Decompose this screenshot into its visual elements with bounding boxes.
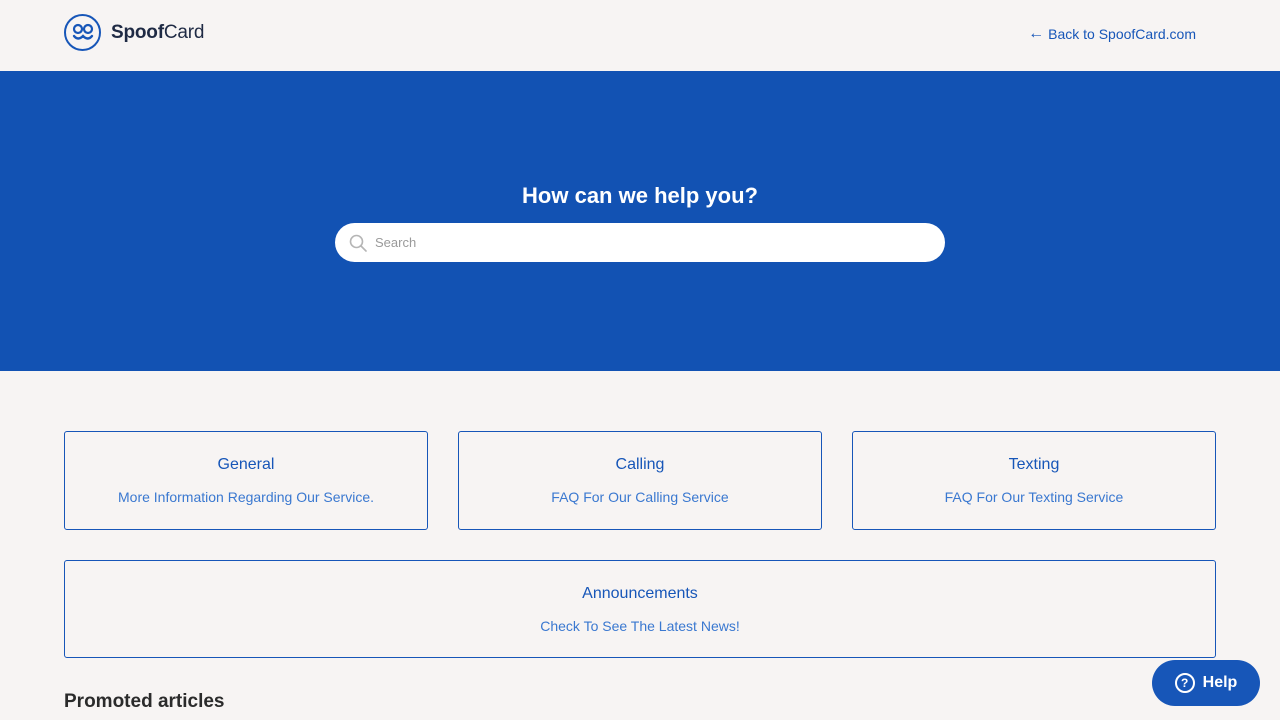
hero-banner: How can we help you?: [0, 71, 1280, 371]
logo-wordmark: SpoofCard: [111, 21, 205, 43]
category-description: FAQ For Our Texting Service: [944, 489, 1124, 505]
category-description: FAQ For Our Calling Service: [551, 489, 729, 505]
arrow-left-icon: ←: [1028, 25, 1045, 42]
category-title: General: [217, 456, 275, 473]
search-input[interactable]: [375, 235, 915, 250]
search-icon: [349, 234, 367, 252]
spoofcard-logo-icon: [64, 14, 101, 51]
hero-title: How can we help you?: [522, 183, 758, 208]
back-to-spoofcard-link[interactable]: ← Back to SpoofCard.com: [1028, 25, 1196, 43]
category-description: Check To See The Latest News!: [540, 618, 740, 634]
category-card-announcements[interactable]: Announcements Check To See The Latest Ne…: [64, 560, 1216, 658]
search-bar[interactable]: [335, 223, 945, 262]
category-card-general[interactable]: General More Information Regarding Our S…: [64, 431, 428, 530]
category-title: Announcements: [582, 585, 698, 602]
top-navigation-bar: SpoofCard ← Back to SpoofCard.com: [0, 0, 1280, 71]
category-title: Texting: [1008, 456, 1060, 473]
back-link-label: Back to SpoofCard.com: [1048, 26, 1196, 42]
category-card-calling[interactable]: Calling FAQ For Our Calling Service: [458, 431, 822, 530]
category-card-texting[interactable]: Texting FAQ For Our Texting Service: [852, 431, 1216, 530]
help-button-label: Help: [1202, 674, 1238, 691]
category-title: Calling: [615, 456, 665, 473]
category-description: More Information Regarding Our Service.: [118, 489, 374, 505]
spoofcard-logo[interactable]: SpoofCard: [64, 14, 204, 51]
question-mark-icon: ?: [1174, 673, 1195, 693]
help-widget-button[interactable]: ? Help: [1152, 660, 1260, 706]
promoted-articles-heading: Promoted articles: [64, 691, 225, 712]
